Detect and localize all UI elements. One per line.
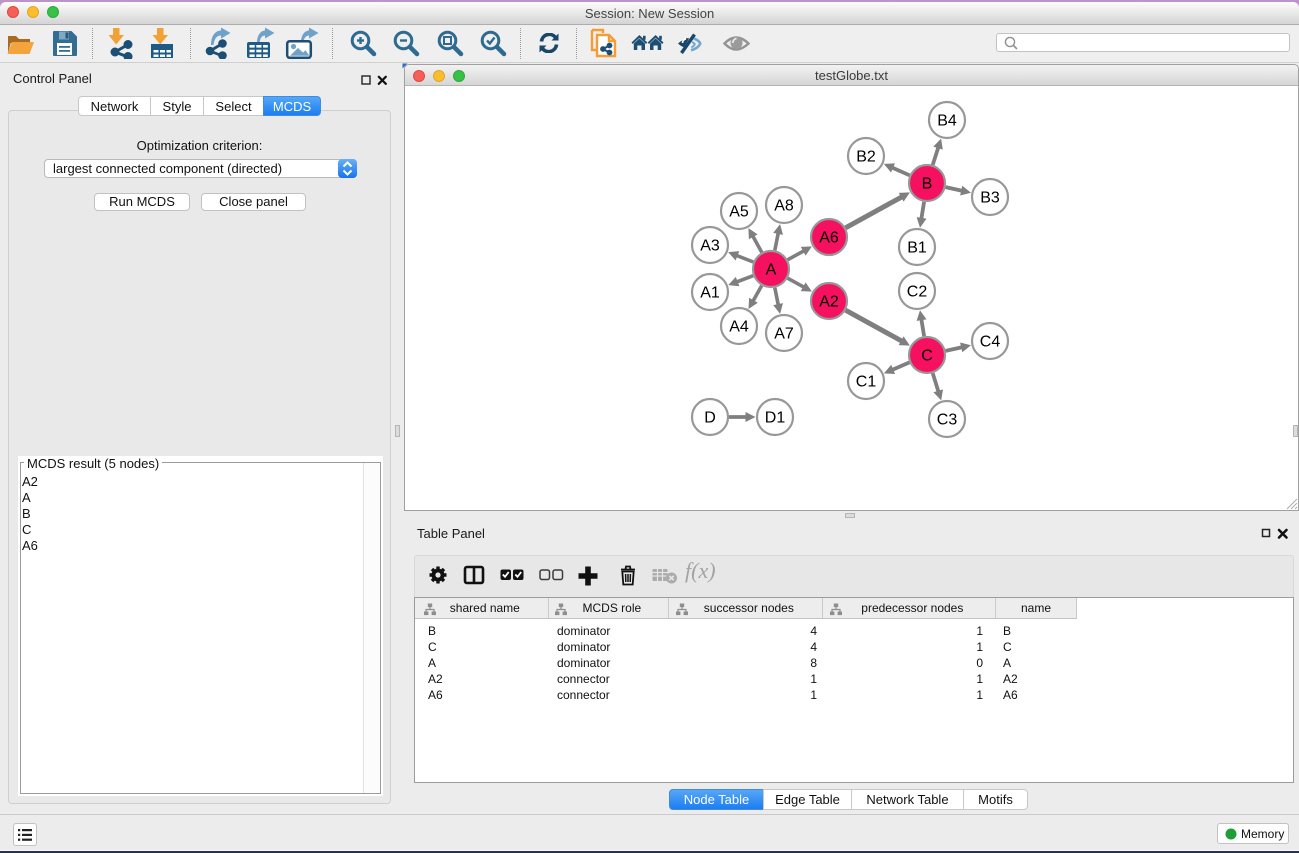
svg-text:C1: C1: [856, 374, 877, 391]
svg-text:A3: A3: [700, 238, 720, 255]
svg-text:A5: A5: [729, 204, 749, 221]
svg-text:A7: A7: [774, 326, 794, 343]
svg-text:A: A: [766, 262, 777, 279]
svg-text:B: B: [922, 176, 933, 193]
svg-text:C3: C3: [937, 412, 958, 429]
svg-text:A1: A1: [700, 285, 720, 302]
svg-text:D1: D1: [765, 410, 786, 427]
svg-text:B4: B4: [937, 113, 957, 130]
svg-text:A6: A6: [819, 230, 839, 247]
svg-text:C4: C4: [980, 334, 1001, 351]
svg-text:A8: A8: [774, 198, 794, 215]
svg-text:C: C: [921, 348, 933, 365]
svg-text:B3: B3: [980, 190, 1000, 207]
svg-text:A4: A4: [729, 319, 749, 336]
svg-text:D: D: [704, 410, 716, 427]
svg-text:B2: B2: [856, 149, 876, 166]
svg-text:B1: B1: [907, 240, 927, 257]
svg-text:C2: C2: [907, 284, 928, 301]
svg-text:A2: A2: [819, 294, 839, 311]
